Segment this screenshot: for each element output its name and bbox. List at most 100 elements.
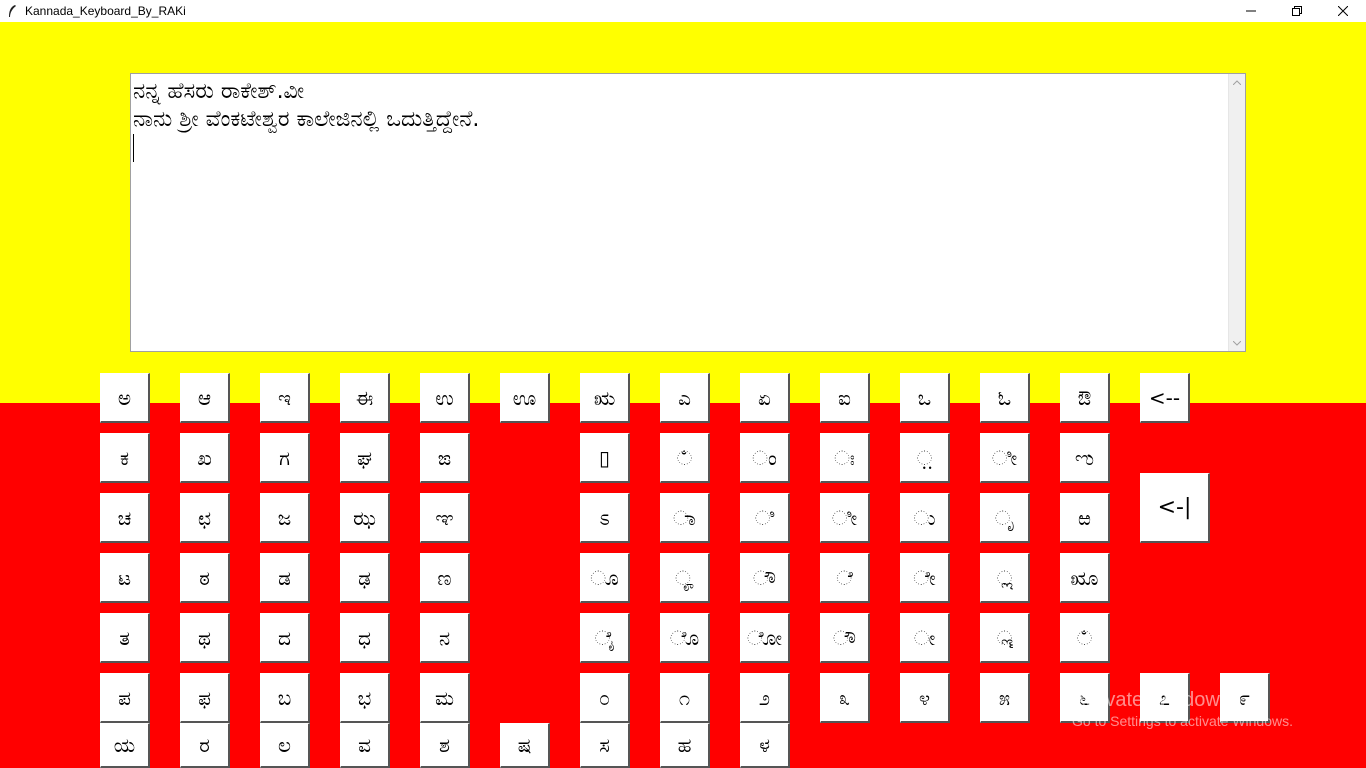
key-tha[interactable]: ಥ [180,613,230,663]
title-bar: Kannada_Keyboard_By_RAKi [0,0,1366,22]
key-au[interactable]: ಔ [1060,373,1110,423]
key-o[interactable]: ಒ [900,373,950,423]
key-oo[interactable]: ಓ [980,373,1030,423]
text-editor[interactable]: ನನ್ನ ಹೆಸರು ರಾಕೇಶ್.ವೀ ನಾನು ಶ್ರೀ ವೆಂಕಟೇಶ್ವ… [130,73,1246,352]
editor-line-1: ನನ್ನ ಹೆಸರು ರಾಕೇಶ್.ವೀ [133,79,305,104]
key-ddha[interactable]: ಢ [340,553,390,603]
close-icon [1338,6,1348,16]
key-sign-l[interactable]: ೢ [980,553,1030,603]
text-caret [133,134,134,162]
key-va[interactable]: ವ [340,723,390,768]
key-digit-6[interactable]: ೬ [1060,673,1110,723]
key-bha[interactable]: ಭ [340,673,390,723]
key-candrabindu[interactable]: ಁ [660,433,710,483]
key-sign-au[interactable]: ೌ [740,553,790,603]
key-pha[interactable]: ಫ [180,673,230,723]
key-sign-ee[interactable]: ೇ [900,553,950,603]
key-nya[interactable]: ಞ [420,493,470,543]
key-tta[interactable]: ಟ [100,553,150,603]
key-length-mark[interactable]: ೕ [900,613,950,663]
key-ya[interactable]: ಯ [100,723,150,768]
key-e[interactable]: ಎ [660,373,710,423]
key-digit-2[interactable]: ೨ [740,673,790,723]
key-jha[interactable]: ಝ [340,493,390,543]
key-digit-0[interactable]: ೦ [580,673,630,723]
key-sign-oo[interactable]: ೋ [740,613,790,663]
key-ha[interactable]: ಹ [660,723,710,768]
key-vocalic-l[interactable]: ಌ [1060,433,1110,483]
key-lla[interactable]: ಳ [740,723,790,768]
key-sha[interactable]: ಶ [420,723,470,768]
key-anusvara[interactable]: ಂ [740,433,790,483]
window-title: Kannada_Keyboard_By_RAKi [25,4,186,18]
key-uu[interactable]: ಊ [500,373,550,423]
key-u[interactable]: ಉ [420,373,470,423]
key-sign-ii-2[interactable]: ೀ [820,493,870,543]
scroll-up-icon[interactable] [1229,74,1245,90]
key-sign-au-2[interactable]: ೌ [820,613,870,663]
key-sign-aa[interactable]: ಾ [660,493,710,543]
key-sign-o[interactable]: ೊ [660,613,710,663]
key-ii[interactable]: ಈ [340,373,390,423]
key-ru[interactable]: ಋ [580,373,630,423]
key-digit-7[interactable]: ೭ [1140,673,1190,723]
key-vocalic-rr[interactable]: ೠ [1060,553,1110,603]
key-rra[interactable]: ಱ [1060,493,1110,543]
backspace-button[interactable]: <-- [1140,373,1190,423]
key-sign-u[interactable]: ು [900,493,950,543]
key-digit-9[interactable]: ೯ [1220,673,1270,723]
key-kha[interactable]: ಖ [180,433,230,483]
key-ta[interactable]: ತ [100,613,150,663]
scroll-down-icon[interactable] [1229,335,1245,351]
key-sign-i[interactable]: ಿ [740,493,790,543]
key-sa[interactable]: ಸ [580,723,630,768]
key-visarga[interactable]: ಃ [820,433,870,483]
key-nna[interactable]: ಣ [420,553,470,603]
key-sign-e[interactable]: ೆ [820,553,870,603]
key-ttha[interactable]: ಠ [180,553,230,603]
enter-button[interactable]: <-| [1140,473,1210,543]
key-digit-5[interactable]: ೫ [980,673,1030,723]
key-ka[interactable]: ಕ [100,433,150,483]
key-candrabindu-2[interactable]: ಁ [1060,613,1110,663]
key-na[interactable]: ನ [420,613,470,663]
key-ai[interactable]: ಐ [820,373,870,423]
key-ee[interactable]: ಏ [740,373,790,423]
key-sign-ii[interactable]: ೀ [980,433,1030,483]
key-sign-ai[interactable]: ೈ [580,613,630,663]
key-ba[interactable]: ಬ [260,673,310,723]
key-digit-1[interactable]: ೧ [660,673,710,723]
key-cha[interactable]: ಚ [100,493,150,543]
key-ra[interactable]: ರ [180,723,230,768]
key-digit-4[interactable]: ೪ [900,673,950,723]
key-avagraha[interactable]: ಽ [580,493,630,543]
vertical-scrollbar[interactable] [1228,74,1245,351]
key-gha[interactable]: ಘ [340,433,390,483]
key-sign-ll[interactable]: ೣ [980,613,1030,663]
feather-icon [5,4,19,18]
key-pa[interactable]: ಪ [100,673,150,723]
key-sign-r[interactable]: ೃ [980,493,1030,543]
key-i[interactable]: ಇ [260,373,310,423]
key-aa[interactable]: ಆ [180,373,230,423]
key-digit-3[interactable]: ೩ [820,673,870,723]
restore-button[interactable] [1274,0,1320,22]
key-dda[interactable]: ಡ [260,553,310,603]
key-a[interactable]: ಅ [100,373,150,423]
key-ja[interactable]: ಜ [260,493,310,543]
minimize-button[interactable] [1228,0,1274,22]
key-chha[interactable]: ಛ [180,493,230,543]
key-ssa[interactable]: ಷ [500,723,550,768]
key-box[interactable]: ▯ [580,433,630,483]
key-da[interactable]: ದ [260,613,310,663]
key-sign-rr[interactable]: ೄ [660,553,710,603]
minimize-icon [1246,10,1256,12]
key-dha[interactable]: ಧ [340,613,390,663]
key-ga[interactable]: ಗ [260,433,310,483]
key-sign-uu[interactable]: ೂ [580,553,630,603]
key-la[interactable]: ಲ [260,723,310,768]
close-button[interactable] [1320,0,1366,22]
key-ma[interactable]: ಮ [420,673,470,723]
key-nukta[interactable]: ಼ [900,433,950,483]
key-nga[interactable]: ಙ [420,433,470,483]
